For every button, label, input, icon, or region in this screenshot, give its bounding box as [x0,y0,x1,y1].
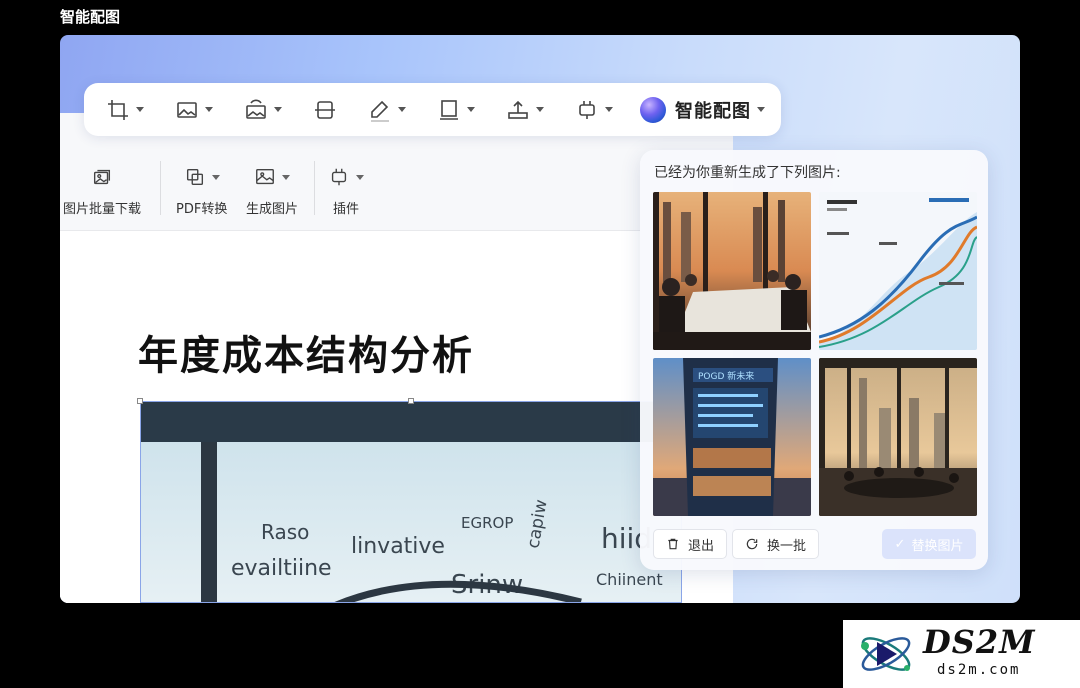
image-replace-icon [246,99,266,119]
watermark-url: ds2m.com [937,662,1021,678]
tower-image: POGD 新未来 [653,358,811,516]
batch-download-button[interactable]: 图片批量下载 [63,165,141,217]
plugin-icon [331,168,347,186]
replace-image-button[interactable]: ✓ 替换图片 [882,529,976,559]
image-word: EGROP [461,514,514,532]
crop-button[interactable] [106,93,144,127]
image-window-frame [201,442,217,602]
chevron-down-icon [467,107,475,112]
resize-handle[interactable] [408,398,414,404]
refresh-label: 换一批 [767,538,807,554]
office-image [819,358,977,516]
pdf-convert-label: PDF转换 [176,202,228,217]
chevron-down-icon [536,107,544,112]
document-title[interactable]: 年度成本结构分析 [138,323,474,381]
replace-image-button[interactable] [244,93,282,127]
thumbnail-meeting[interactable] [653,192,811,350]
chevron-down-icon [605,107,613,112]
plugins-label: 插件 [332,202,359,217]
ai-image-button[interactable]: 智能配图 [640,96,765,123]
thumbnail-infographic[interactable] [819,192,977,350]
atom-logo-icon [861,637,911,671]
image-icon [177,101,197,118]
ai-image-label: 智能配图 [675,100,751,122]
batch-download-label: 图片批量下载 [63,202,142,217]
thumbnail-office[interactable] [819,358,977,516]
ribbon-divider [160,161,161,215]
resize-handle[interactable] [137,398,143,404]
chevron-down-icon [274,107,282,112]
align-center-icon [315,100,335,119]
meeting-image [653,192,811,350]
app-title: 智能配图 [60,8,121,26]
align-button[interactable] [313,93,337,127]
image-word: capiw [523,498,552,550]
floating-toolbar: 智能配图 [84,83,781,136]
replace-label: 替换图片 [911,538,964,554]
ribbon-divider [314,161,315,215]
chevron-down-icon [757,107,765,112]
generate-image-button[interactable]: 生成图片 [246,165,298,217]
document-page: 年度成本结构分析 Raso linvative evailtiine Srinw… [60,253,733,603]
refresh-button[interactable]: 换一批 [732,529,820,559]
infographic-image [819,192,977,350]
app-window: 图片批量下载 PDF转换 生成图片 插件 年度成本结构分析 Raso linva… [60,35,1020,603]
batch-images-icon [93,169,111,185]
tower-sign-text: POGD 新未来 [698,370,754,382]
exit-label: 退出 [688,538,715,554]
pdf-convert-button[interactable]: PDF转换 [176,165,227,217]
pen-button[interactable] [368,93,406,127]
thumbnail-tower[interactable]: POGD 新未来 [653,358,811,516]
frame-icon [440,99,458,120]
chevron-down-icon [205,107,213,112]
refresh-icon [746,538,758,550]
chevron-down-icon [211,174,220,180]
document-image[interactable]: Raso linvative evailtiine Srinw hiid Chi… [140,401,682,603]
image-button[interactable] [175,93,213,127]
crop-icon [108,99,128,120]
image-word: Raso [261,520,310,544]
plugins-button[interactable]: 插件 [328,165,364,217]
document-app: 图片批量下载 PDF转换 生成图片 插件 年度成本结构分析 Raso linva… [60,113,733,603]
trash-icon [668,538,678,550]
image-gen-icon [256,168,274,185]
pen-icon [371,100,389,122]
chevron-down-icon [282,174,290,180]
chevron-down-icon [136,107,144,112]
upload-icon [508,100,528,119]
generate-image-label: 生成图片 [246,202,299,217]
image-swoosh [334,580,582,602]
watermark: DS2M ds2m.com [843,620,1080,688]
chevron-down-icon [398,107,406,112]
plugin-button[interactable] [575,93,613,127]
chevron-down-icon [356,174,364,180]
image-word: Chiinent [596,570,663,589]
ai-orb-icon [640,96,666,123]
generated-images-panel: 已经为你重新生成了下列图片: POGD 新未来 退出 换一批 ✓ 替换图片 [640,150,988,570]
plugin-icon [579,100,595,119]
panel-title: 已经为你重新生成了下列图片: [654,165,841,181]
copy-icon [186,168,203,186]
upload-button[interactable] [506,93,544,127]
watermark-brand: DS2M [923,623,1036,661]
check-icon: ✓ [894,536,906,552]
exit-button[interactable]: 退出 [653,529,728,559]
frame-button[interactable] [437,93,475,127]
